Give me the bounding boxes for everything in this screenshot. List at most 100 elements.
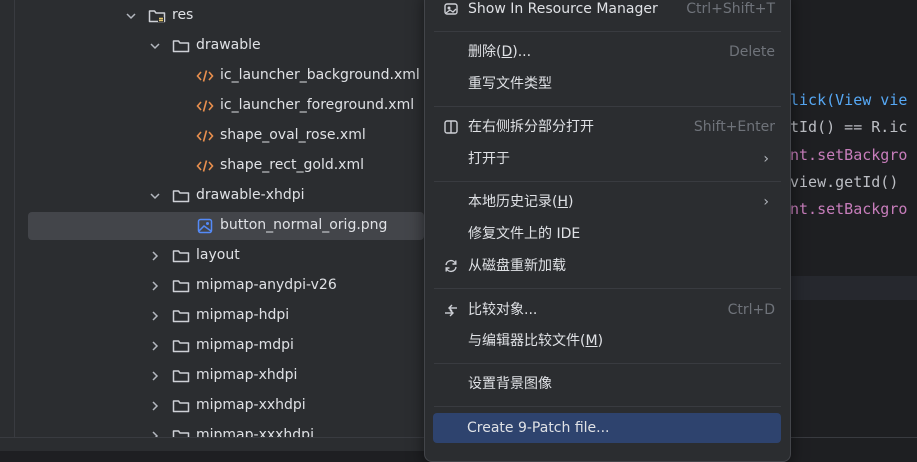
chevron-right-icon[interactable] <box>148 339 162 353</box>
menu-item-label: Create 9-Patch file... <box>467 420 610 436</box>
menu-item-label: 设置背景图像 <box>468 376 552 392</box>
bottom-scroll-strip <box>0 437 424 451</box>
menu-item-label: 打开于 <box>468 151 510 167</box>
menu-item-delete[interactable]: 删除(D)... Delete <box>434 38 781 66</box>
tree-row-label: mipmap-xxhdpi <box>196 397 306 413</box>
folder-icon <box>172 277 190 295</box>
chevron-right-icon: › <box>763 194 769 210</box>
menu-separator <box>434 181 781 182</box>
code-line: lick(View vie <box>790 91 908 109</box>
menu-separator <box>434 106 781 107</box>
folder-icon <box>172 397 190 415</box>
xml-file-icon <box>196 157 214 175</box>
folder-icon <box>172 247 190 265</box>
tree-row-label: drawable <box>196 37 261 53</box>
tree-row[interactable]: ic_launcher_foreground.xml <box>0 91 424 121</box>
xml-file-icon <box>196 127 214 145</box>
chevron-down-icon[interactable] <box>148 39 162 53</box>
chevron-down-icon[interactable] <box>148 189 162 203</box>
folder-icon <box>172 37 190 55</box>
code-line: view.getId() <box>790 173 899 191</box>
menu-separator <box>434 406 781 407</box>
menu-item-label: Show In Resource Manager <box>468 1 658 17</box>
chevron-right-icon[interactable] <box>148 249 162 263</box>
tree-row-label: mipmap-anydpi-v26 <box>196 277 337 293</box>
tree-row[interactable]: mipmap-xxhdpi <box>0 391 424 421</box>
tree-row[interactable]: drawable-xhdpi <box>0 181 424 211</box>
tree-row-label: mipmap-hdpi <box>196 307 290 323</box>
menu-item-label: 修复文件上的 IDE <box>468 226 581 242</box>
tree-row-label: drawable-xhdpi <box>196 187 305 203</box>
menu-separator <box>434 31 781 32</box>
tree-row-label: button_normal_orig.png <box>220 217 388 233</box>
code-line: nt.setBackgro <box>790 200 908 218</box>
split-view-icon <box>442 118 460 136</box>
menu-item-label: 重写文件类型 <box>468 76 552 92</box>
menu-item-set-background-image[interactable]: 设置背景图像 <box>434 370 781 398</box>
tree-row[interactable]: mipmap-mdpi <box>0 331 424 361</box>
resource-manager-icon <box>442 0 460 18</box>
bottom-scroll-strip-right <box>789 437 917 451</box>
menu-item-shortcut: Delete <box>729 44 775 60</box>
tree-row[interactable]: res <box>0 1 424 31</box>
tree-row[interactable]: shape_rect_gold.xml <box>0 151 424 181</box>
tree-row[interactable]: layout <box>0 241 424 271</box>
menu-item-open-in-right-split[interactable]: 在右侧拆分部分打开 Shift+Enter <box>434 113 781 141</box>
chevron-down-icon[interactable] <box>124 9 138 23</box>
menu-item-open-in[interactable]: 打开于 › <box>434 145 781 173</box>
tree-row[interactable]: mipmap-hdpi <box>0 301 424 331</box>
caret-line-highlight <box>789 276 917 300</box>
reload-icon <box>442 257 460 275</box>
tree-row-label: ic_launcher_background.xml <box>220 67 420 83</box>
chevron-right-icon[interactable] <box>148 279 162 293</box>
menu-item-local-history[interactable]: 本地历史记录(H) › <box>434 188 781 216</box>
menu-item-create-9-patch[interactable]: Create 9-Patch file... <box>433 413 781 443</box>
resource-folder-icon <box>148 7 166 25</box>
xml-file-icon <box>196 67 214 85</box>
tree-row-label: mipmap-mdpi <box>196 337 294 353</box>
menu-item-compare-with-editor[interactable]: 与编辑器比较文件(M) <box>434 327 781 355</box>
folder-icon <box>172 187 190 205</box>
menu-item-repair-ide[interactable]: 修复文件上的 IDE <box>434 220 781 248</box>
chevron-right-icon[interactable] <box>148 369 162 383</box>
compare-arrows-icon <box>442 301 460 319</box>
tree-row-label: ic_launcher_foreground.xml <box>220 97 415 113</box>
tree-row[interactable]: drawable <box>0 31 424 61</box>
menu-item-compare-with[interactable]: 比较对象... Ctrl+D <box>434 296 781 324</box>
code-line: tId() == R.ic <box>790 118 908 136</box>
tree-row[interactable]: button_normal_orig.png <box>0 211 424 241</box>
code-line: nt.setBackgro <box>790 146 908 164</box>
image-file-icon <box>196 217 214 235</box>
folder-icon <box>172 337 190 355</box>
tree-row-label: layout <box>196 247 240 263</box>
chevron-right-icon[interactable] <box>148 399 162 413</box>
menu-item-label: 本地历史记录(H) <box>468 194 574 210</box>
menu-item-label: 与编辑器比较文件(M) <box>468 333 604 349</box>
menu-item-label: 从磁盘重新加载 <box>468 258 566 274</box>
folder-icon <box>172 307 190 325</box>
tree-row[interactable]: shape_oval_rose.xml <box>0 121 424 151</box>
menu-item-show-in-resource-manager[interactable]: Show In Resource Manager Ctrl+Shift+T <box>434 0 781 23</box>
menu-separator <box>434 288 781 289</box>
menu-separator <box>434 363 781 364</box>
menu-item-label: 比较对象... <box>468 302 538 318</box>
tree-row[interactable]: mipmap-xhdpi <box>0 361 424 391</box>
menu-item-label: 在右侧拆分部分打开 <box>468 119 594 135</box>
menu-item-override-file-type[interactable]: 重写文件类型 <box>434 70 781 98</box>
tree-row-label: res <box>172 7 194 23</box>
menu-item-shortcut: Ctrl+Shift+T <box>686 1 775 17</box>
tree-row[interactable]: mipmap-anydpi-v26 <box>0 271 424 301</box>
menu-item-label: 删除(D)... <box>468 44 532 60</box>
tree-row[interactable]: ic_launcher_background.xml <box>0 61 424 91</box>
tree-row-label: shape_rect_gold.xml <box>220 157 364 173</box>
menu-item-reload-from-disk[interactable]: 从磁盘重新加载 <box>434 252 781 280</box>
folder-icon <box>172 367 190 385</box>
menu-item-shortcut: Ctrl+D <box>727 302 775 318</box>
context-menu: Show In Resource Manager Ctrl+Shift+T 删除… <box>424 0 791 462</box>
tree-row-label: mipmap-xhdpi <box>196 367 298 383</box>
project-tree[interactable]: res drawable ic_launcher_background.xml ic_… <box>0 0 424 450</box>
chevron-right-icon[interactable] <box>148 309 162 323</box>
tree-row-label: shape_oval_rose.xml <box>220 127 366 143</box>
menu-item-shortcut: Shift+Enter <box>693 119 775 135</box>
chevron-right-icon: › <box>763 151 769 167</box>
